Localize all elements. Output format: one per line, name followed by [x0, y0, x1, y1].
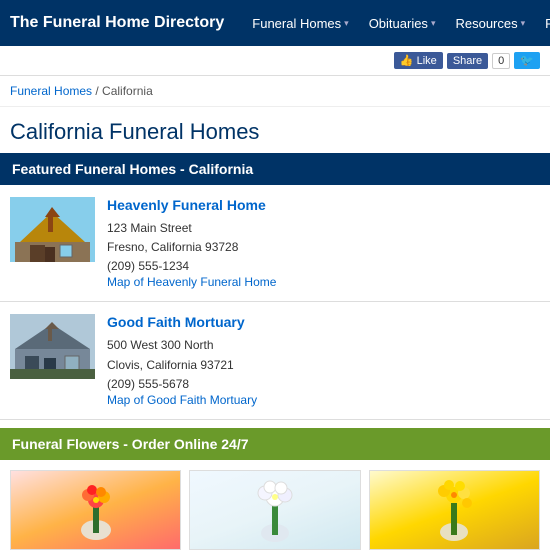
page-title: California Funeral Homes: [0, 107, 550, 153]
social-bar: 👍 Like Share 0 🐦: [0, 46, 550, 76]
listing-thumbnail: [10, 197, 95, 262]
flowers-grid: [0, 460, 550, 560]
listing-name-link[interactable]: Good Faith Mortuary: [107, 314, 540, 330]
chevron-down-icon: ▾: [431, 18, 436, 29]
flower-item[interactable]: [369, 470, 540, 550]
flowers-section: Funeral Flowers - Order Online 24/7: [0, 428, 550, 560]
share-count: 0: [492, 53, 510, 69]
thumbs-up-icon: 👍: [400, 54, 414, 67]
listing-map-link[interactable]: Map of Heavenly Funeral Home: [107, 275, 540, 289]
flowers-header: Funeral Flowers - Order Online 24/7: [0, 428, 550, 460]
twitter-button[interactable]: 🐦: [514, 52, 540, 69]
listing-phone: (209) 555-5678: [107, 377, 540, 391]
listing-phone: (209) 555-1234: [107, 259, 540, 273]
breadcrumb-current: California: [102, 84, 153, 98]
nav-obituaries[interactable]: Obituaries ▾: [361, 12, 444, 35]
breadcrumb: Funeral Homes / California: [0, 76, 550, 107]
twitter-icon: 🐦: [520, 55, 534, 67]
listing-details: Heavenly Funeral Home 123 Main Street Fr…: [107, 197, 540, 289]
listing-details: Good Faith Mortuary 500 West 300 North C…: [107, 314, 540, 406]
listing-thumbnail: [10, 314, 95, 379]
featured-header: Featured Funeral Homes - California: [0, 153, 550, 185]
listing-map-link[interactable]: Map of Good Faith Mortuary: [107, 393, 540, 407]
breadcrumb-home[interactable]: Funeral Homes: [10, 84, 92, 98]
main-nav: Funeral Homes ▾ Obituaries ▾ Resources ▾…: [244, 12, 550, 35]
site-title: The Funeral Home Directory: [10, 14, 224, 32]
nav-resources[interactable]: Resources ▾: [447, 12, 533, 35]
flower-item[interactable]: [189, 470, 360, 550]
facebook-like-button[interactable]: 👍 Like: [394, 52, 443, 69]
nav-funeral-homes[interactable]: Funeral Homes ▾: [244, 12, 356, 35]
featured-section: Featured Funeral Homes - California Heav…: [0, 153, 550, 420]
facebook-share-button[interactable]: Share: [447, 53, 488, 69]
listing-item: Heavenly Funeral Home 123 Main Street Fr…: [0, 185, 550, 302]
listing-address: 500 West 300 North Clovis, California 93…: [107, 336, 540, 374]
listing-name-link[interactable]: Heavenly Funeral Home: [107, 197, 540, 213]
chevron-down-icon: ▾: [521, 18, 526, 29]
flower-item[interactable]: [10, 470, 181, 550]
site-header: The Funeral Home Directory Funeral Homes…: [0, 0, 550, 46]
listing-item: Good Faith Mortuary 500 West 300 North C…: [0, 302, 550, 419]
nav-follow[interactable]: Foll: [537, 12, 550, 35]
listing-address: 123 Main Street Fresno, California 93728: [107, 219, 540, 257]
chevron-down-icon: ▾: [344, 18, 349, 29]
